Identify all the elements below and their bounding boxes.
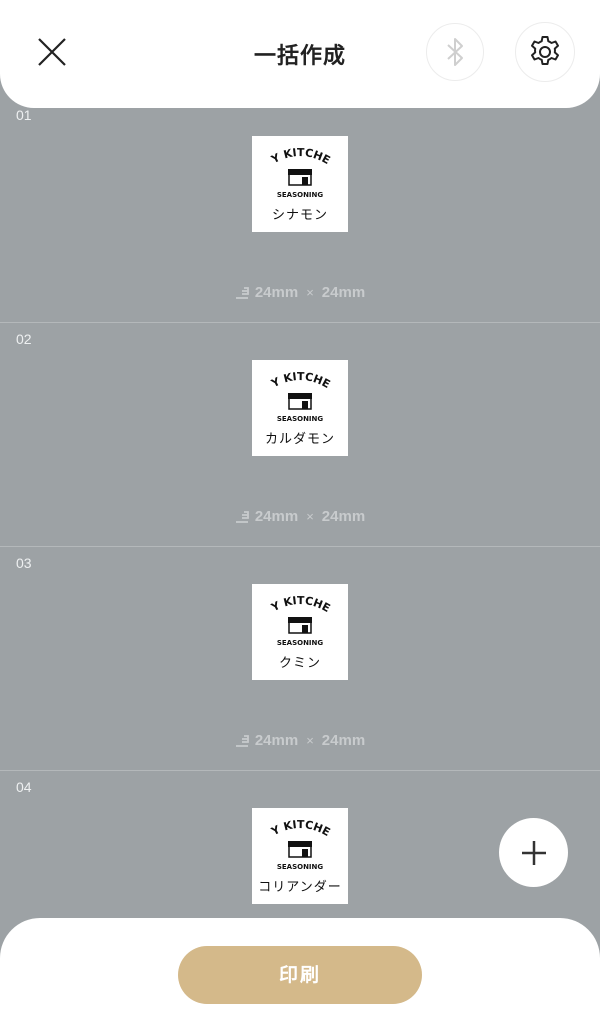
label-row[interactable]: 01 MY KITCHEN SEASONING シナモン 24mm × 24mm: [0, 99, 600, 323]
size-width: 24mm: [254, 508, 299, 525]
size-info: 24mm × 24mm: [0, 732, 600, 749]
label-row[interactable]: 02 MY KITCHEN SEASONING カルダモン 24mm × 24mm: [0, 323, 600, 547]
label-preview[interactable]: MY KITCHEN SEASONING クミン: [252, 584, 348, 680]
tape-icon: [235, 287, 249, 299]
brand-title: MY KITCHEN: [252, 136, 332, 167]
size-width: 24mm: [254, 732, 299, 749]
size-separator: ×: [306, 733, 314, 748]
size-info: 24mm × 24mm: [0, 508, 600, 525]
row-number: 03: [16, 555, 32, 571]
house-icon: [288, 617, 312, 634]
brand-subtitle: SEASONING: [277, 639, 324, 647]
settings-button[interactable]: [515, 22, 575, 82]
label-preview[interactable]: MY KITCHEN SEASONING コリアンダー: [252, 808, 348, 904]
size-height: 24mm: [321, 732, 366, 749]
brand-title: MY KITCHEN: [252, 808, 332, 839]
gear-icon: [531, 36, 559, 65]
close-icon: [38, 38, 66, 66]
label-text: カルダモン: [264, 432, 335, 447]
brand-subtitle: SEASONING: [277, 863, 324, 871]
size-separator: ×: [306, 509, 314, 524]
footer-bar: 印刷: [0, 918, 600, 1032]
label-text: コリアンダー: [258, 880, 342, 895]
row-number: 04: [16, 779, 32, 795]
label-preview[interactable]: MY KITCHEN SEASONING カルダモン: [252, 360, 348, 456]
brand-subtitle: SEASONING: [277, 191, 324, 199]
row-number: 01: [16, 107, 32, 123]
bluetooth-icon: [447, 38, 463, 66]
brand-subtitle: SEASONING: [277, 415, 324, 423]
tape-icon: [235, 511, 249, 523]
house-icon: [288, 841, 312, 858]
close-button[interactable]: [30, 30, 74, 74]
size-separator: ×: [306, 285, 314, 300]
print-button[interactable]: 印刷: [178, 946, 422, 1004]
label-row[interactable]: 03 MY KITCHEN SEASONING クミン 24mm × 24mm: [0, 547, 600, 771]
label-text: クミン: [278, 656, 321, 671]
size-height: 24mm: [321, 284, 366, 301]
add-label-button[interactable]: [499, 818, 568, 887]
bluetooth-button[interactable]: [426, 23, 484, 81]
tape-icon: [235, 735, 249, 747]
row-number: 02: [16, 331, 32, 347]
brand-title: MY KITCHEN: [252, 360, 332, 391]
label-preview[interactable]: MY KITCHEN SEASONING シナモン: [252, 136, 348, 232]
header-bar: 一括作成: [0, 0, 600, 108]
size-height: 24mm: [321, 508, 366, 525]
label-text: シナモン: [271, 208, 328, 223]
plus-icon: [521, 840, 546, 865]
house-icon: [288, 393, 312, 410]
house-icon: [288, 169, 312, 186]
brand-title: MY KITCHEN: [252, 584, 332, 615]
size-info: 24mm × 24mm: [0, 284, 600, 301]
size-width: 24mm: [254, 284, 299, 301]
page-title: 一括作成: [253, 44, 346, 69]
